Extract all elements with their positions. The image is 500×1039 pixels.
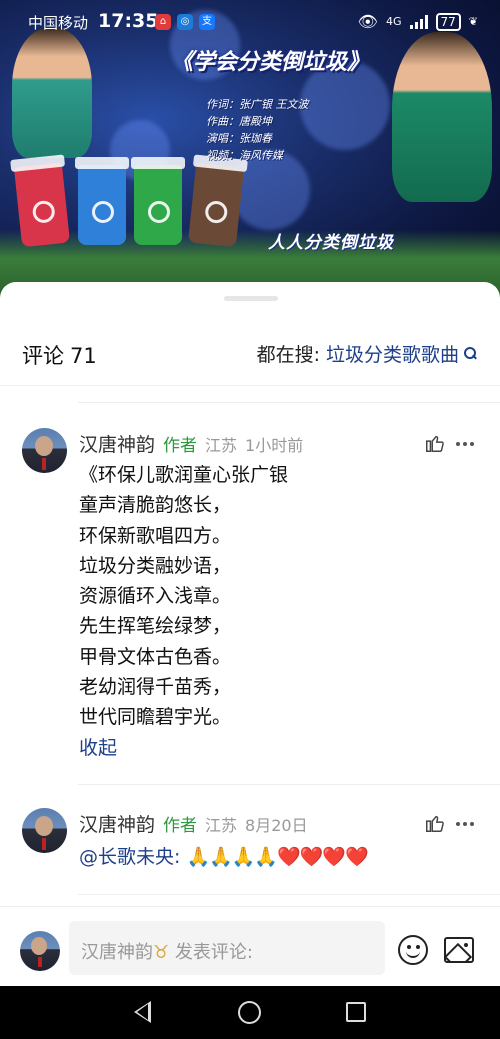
more-options-icon[interactable] [456,814,476,834]
comments-label: 评论 [22,344,64,368]
video-subtitle: 人人分类倒垃圾 [268,233,394,253]
avatar[interactable] [22,428,67,473]
recycle-icon [148,201,170,223]
network-type: 4G [385,15,402,28]
search-suggestion[interactable]: 都在搜: 垃圾分类歌歌曲 [257,340,476,367]
comment-time: 8月20日 [245,816,308,835]
author-badge: 作者 [163,436,198,456]
signal-icon [409,14,428,29]
alipay-icon: 支 [199,14,215,30]
comment-input[interactable]: 汉唐神韵♉ 发表评论: [69,921,385,975]
search-prefix: 都在搜: [256,344,320,366]
mention-link[interactable]: @长歌未央: [79,846,180,868]
search-icon [463,347,476,360]
recent-apps-icon[interactable] [346,1002,366,1022]
author-name[interactable]: 汉唐神韵 [79,810,155,837]
comment-time: 1小时前 [245,436,304,455]
home-icon[interactable] [238,1001,261,1024]
status-bar: 中国移动 17:35 ⌂ ◎ 支 👁 4G 77 ❦ [0,0,500,42]
credit-lyrics: 作词：张广银 王文波 [206,98,309,111]
comments-sheet: 评论 71 都在搜: 垃圾分类歌歌曲 汉唐神韵 作者 江苏 1小时前 《环保儿歌润… [0,282,500,986]
status-time: 17:35 [98,10,159,32]
carrier-label: 中国移动 [28,14,89,32]
comment-composer: 汉唐神韵♉ 发表评论: [0,906,500,986]
credit-video: 视频：海风传媒 [206,149,283,162]
composer-placeholder: 发表评论: [174,942,253,963]
collapse-link[interactable]: 收起 [79,733,288,763]
girl-figure-right [392,32,492,202]
divider [78,784,500,785]
author-name[interactable]: 汉唐神韵 [79,430,155,457]
thumbs-up-icon[interactable] [424,812,446,834]
comment-body: 《环保儿歌润童心张广银 童声清脆韵悠长， 环保新歌唱四方。 垃圾分类融妙语， 资… [79,460,288,763]
back-icon[interactable] [134,1001,151,1023]
comment-line: 世代同瞻碧宇光。 [79,706,232,729]
credit-singer: 演唱：张珈春 [206,132,272,145]
comment-line: 童声清脆韵悠长， [79,494,232,517]
comment-header: 汉唐神韵 作者 江苏 8月20日 [79,810,308,837]
comment-line: 先生挥笔绘绿梦， [79,615,232,638]
composer-username: 汉唐神韵 [81,942,153,963]
credit-composer: 作曲：唐殿坤 [206,115,272,128]
zodiac-badge-icon: ♉ [153,942,170,963]
comment-line: 资源循环入浅章。 [79,585,232,608]
comment-location: 江苏 [205,436,238,455]
comment-header: 汉唐神韵 作者 江苏 1小时前 [79,430,303,457]
comment-location: 江苏 [205,816,238,835]
leaf-icon: ❦ [468,15,478,28]
notification-app-icon: ◎ [177,14,193,30]
comment-line: 甲骨文体古色香。 [79,645,232,668]
recycle-icon [31,199,56,224]
status-right-group: 👁 4G 77 ❦ [358,12,478,31]
divider [78,894,500,895]
search-term-link[interactable]: 垃圾分类歌歌曲 [326,340,459,367]
avatar[interactable] [22,808,67,853]
comment-body: @长歌未央: 🙏🙏🙏🙏❤️❤️❤️❤️ [79,842,369,872]
video-credits: 作词：张广银 王文波 作曲：唐殿坤 演唱：张珈春 视频：海风传媒 [206,96,309,164]
comments-number: 71 [70,344,97,368]
comment-line: 《环保儿歌润童心张广银 [79,464,289,486]
recycle-icon [204,199,229,225]
trash-bin-brown [187,162,245,248]
emoji-icon[interactable] [398,935,428,965]
comments-count: 评论 71 [22,340,97,370]
video-player[interactable]: 《学会分类倒垃圾》 作词：张广银 王文波 作曲：唐殿坤 演唱：张珈春 视频：海风… [0,0,500,300]
system-nav-bar [0,986,500,1039]
eye-icon: 👁 [357,12,378,31]
comment-line: 老幼润得千苗秀， [79,676,232,699]
video-title: 《学会分类倒垃圾》 [170,49,369,75]
divider [78,402,500,403]
trash-bin-red [13,162,71,248]
comment-line: 垃圾分类融妙语， [79,554,232,577]
comment-line: 环保新歌唱四方。 [79,524,232,547]
recycle-icon [92,201,114,223]
author-badge: 作者 [163,816,198,836]
more-options-icon[interactable] [456,434,476,454]
comments-header: 评论 71 都在搜: 垃圾分类歌歌曲 [0,320,500,386]
battery-indicator: 77 [435,12,461,31]
girl-figure-left [12,28,92,158]
emoji-reactions: 🙏🙏🙏🙏❤️❤️❤️❤️ [186,846,368,868]
image-icon[interactable] [444,937,474,963]
my-avatar[interactable] [20,931,60,971]
sheet-drag-handle[interactable] [224,296,278,301]
notification-app-icon: ⌂ [155,14,171,30]
trash-bin-blue [75,157,129,245]
trash-bin-green [131,157,185,245]
thumbs-up-icon[interactable] [424,432,446,454]
